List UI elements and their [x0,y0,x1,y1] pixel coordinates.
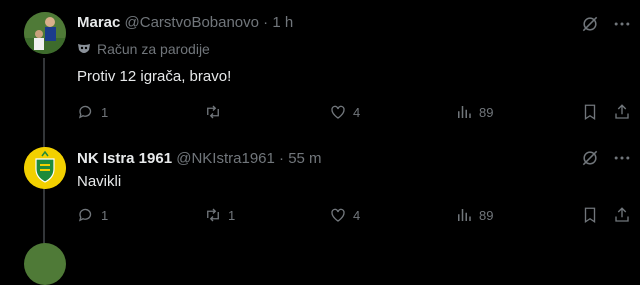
tweet-text: Navikli [77,173,122,190]
reply-button[interactable]: 1 [77,102,108,122]
repost-button[interactable] [204,102,228,122]
bookmark-button[interactable] [581,102,599,122]
tweet-1[interactable]: Marac @CarstvoBobanovo · 1 h Račun za pa… [0,0,640,253]
views-button[interactable]: 89 [455,102,493,122]
author-name[interactable]: NK Istra 1961 [77,150,172,167]
avatar-next-tweet[interactable] [24,243,66,285]
grok-icon[interactable] [580,14,600,34]
repost-button[interactable]: 1 [204,205,235,225]
reply-icon [78,105,92,119]
views-button[interactable]: 89 [455,205,493,225]
tweet-header: Marac @CarstvoBobanovo · 1 h [77,13,293,33]
parody-label-text: Račun za parodije [97,41,210,57]
parody-account-label: Račun za parodije [77,40,210,58]
share-icon [615,104,629,119]
mask-icon [78,44,90,53]
separator-dot: · [263,14,269,31]
tweet-2[interactable]: NK Istra 1961 @NKIstra1961 · 55 m Navikl… [0,140,640,253]
author-name[interactable]: Marac [77,14,120,31]
repost-count: 1 [228,207,236,223]
like-count: 4 [353,207,361,223]
timestamp[interactable]: 55 m [288,150,321,167]
author-handle[interactable]: @CarstvoBobanovo [125,14,259,31]
views-icon [458,209,471,221]
timestamp[interactable]: 1 h [272,14,293,31]
more-options-icon[interactable] [612,148,632,168]
more-options-icon[interactable] [612,14,632,34]
like-button[interactable]: 4 [329,205,360,225]
bookmark-icon [584,207,596,224]
reply-count: 1 [101,207,109,223]
repost-icon [207,105,219,119]
author-handle[interactable]: @NKIstra1961 [176,150,275,167]
heart-icon [331,105,345,119]
reply-icon [78,208,92,222]
share-button[interactable] [613,102,631,122]
avatar-nk-istra[interactable] [24,147,66,189]
repost-icon [207,208,219,222]
bookmark-icon [584,104,596,121]
views-count: 89 [479,207,494,223]
avatar-marac[interactable] [24,12,66,54]
separator-dot: · [279,150,285,167]
views-icon [458,106,471,118]
reply-button[interactable]: 1 [77,205,108,225]
tweet-actions: 1 1 4 89 [77,205,640,225]
reply-count: 1 [101,104,109,120]
views-count: 89 [479,104,494,120]
tweet-actions: 1 4 89 [77,102,640,122]
share-button[interactable] [613,205,631,225]
bookmark-button[interactable] [581,205,599,225]
heart-icon [331,208,345,222]
tweet-header: NK Istra 1961 @NKIstra1961 · 55 m [77,149,322,169]
grok-icon[interactable] [580,148,600,168]
share-icon [615,207,629,222]
like-count: 4 [353,104,361,120]
like-button[interactable]: 4 [329,102,360,122]
tweet-text: Protiv 12 igrača, bravo! [77,68,232,85]
